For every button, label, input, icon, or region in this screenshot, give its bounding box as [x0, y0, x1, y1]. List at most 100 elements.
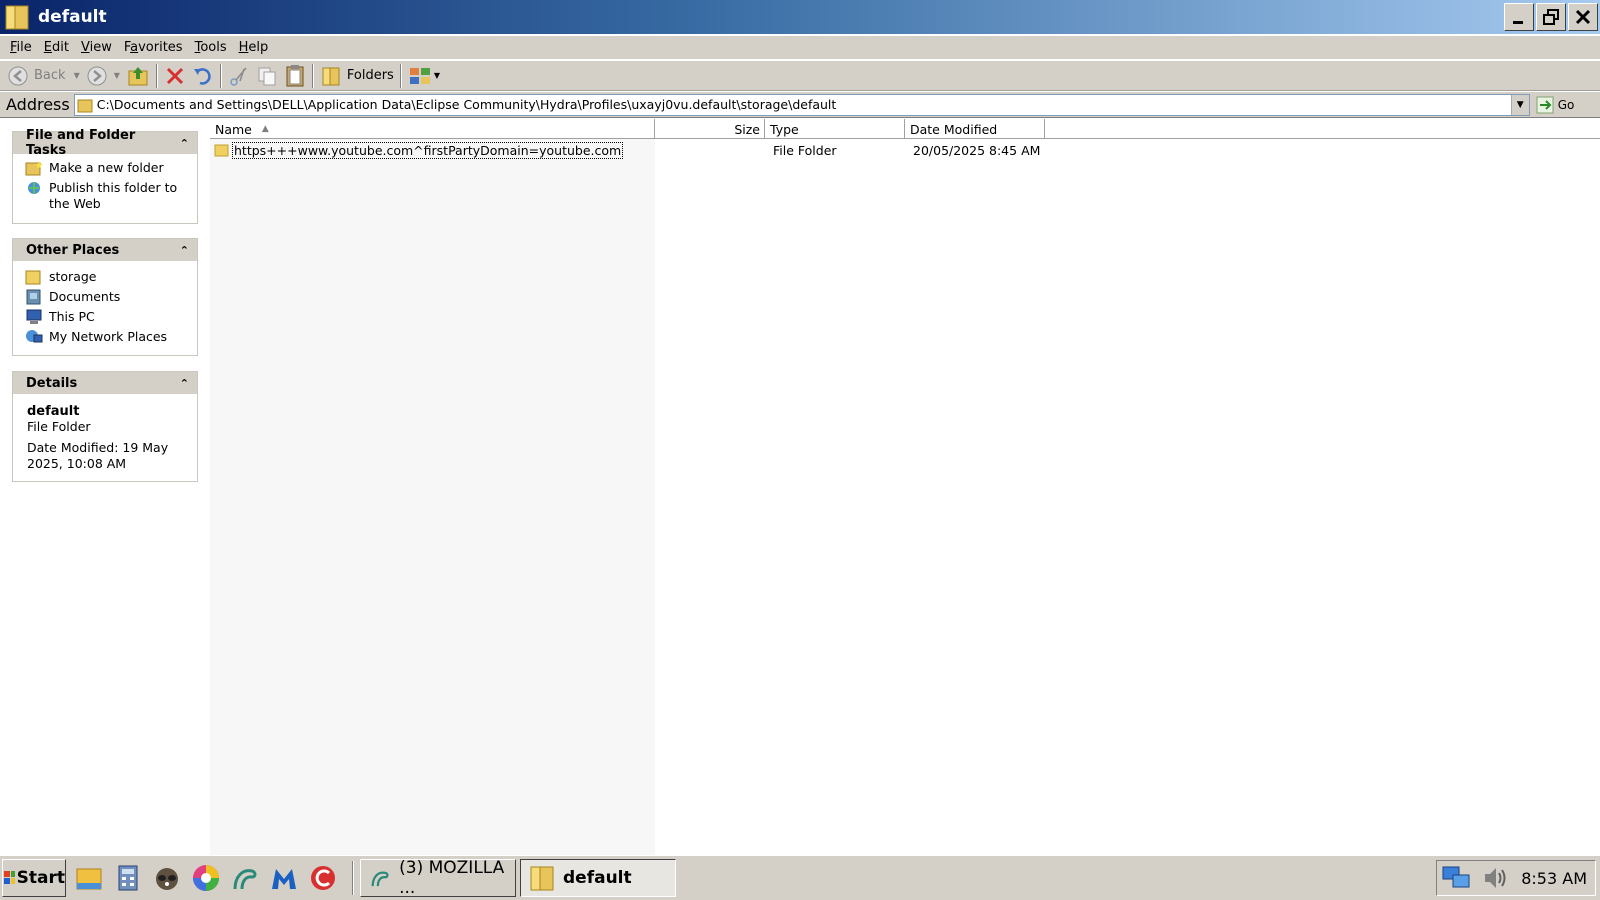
undo-icon	[193, 67, 211, 85]
taskbar-task-mozilla[interactable]: (3) MOZILLA ...	[360, 858, 516, 898]
file-folder-tasks-panel: File and Folder Tasks ⌃ Make a new folde…	[12, 128, 198, 224]
go-button[interactable]: Go	[1536, 96, 1574, 114]
restore-button[interactable]	[1536, 3, 1566, 31]
back-dropdown-icon[interactable]: ▼	[74, 71, 80, 80]
go-arrow-icon	[1536, 96, 1554, 113]
toolbar-separator	[155, 63, 158, 88]
folder-icon	[5, 5, 29, 30]
title-bar[interactable]: default	[0, 0, 1600, 34]
views-dropdown-icon: ▼	[433, 71, 440, 80]
toolbar: Back ▼ ▼ Folders ▼	[0, 61, 1600, 91]
clock[interactable]: 8:53 AM	[1521, 869, 1587, 888]
sorted-column-highlight	[210, 139, 655, 855]
menu-favorites[interactable]: Favorites	[118, 40, 189, 55]
place-network-link[interactable]: My Network Places	[25, 329, 189, 345]
panel-title: Details	[26, 375, 78, 391]
network-status-icon[interactable]	[1441, 863, 1471, 893]
forward-dropdown-icon[interactable]: ▼	[114, 71, 120, 80]
volume-icon[interactable]	[1481, 863, 1511, 893]
file-date-modified: 20/05/2025 8:45 AM	[913, 142, 1041, 158]
column-headers: Name ▲ Size Type Date Modified	[210, 119, 1600, 139]
file-explorer-icon[interactable]	[74, 863, 104, 893]
column-header-name[interactable]: Name ▲	[210, 119, 655, 139]
scissors-icon	[230, 67, 247, 86]
back-button[interactable]: Back ▼	[4, 63, 83, 89]
details-type: File Folder	[27, 419, 91, 434]
forward-button[interactable]: ▼	[83, 63, 123, 89]
taskbar-separator	[352, 861, 354, 895]
collapse-chevron-icon[interactable]: ⌃	[180, 244, 189, 257]
place-label: My Network Places	[49, 329, 168, 344]
panel-title: Other Places	[26, 242, 120, 258]
up-folder-button[interactable]	[123, 63, 153, 89]
panel-title: File and Folder Tasks	[26, 128, 136, 158]
hydra-browser-icon[interactable]	[230, 863, 260, 893]
other-places-header[interactable]: Other Places ⌃	[13, 239, 197, 261]
column-label: Size	[734, 121, 760, 137]
delete-x-icon	[166, 67, 183, 84]
place-storage-link[interactable]: storage	[25, 269, 189, 285]
menu-view[interactable]: View	[75, 40, 118, 55]
file-type: File Folder	[773, 142, 837, 158]
forward-arrow-icon	[87, 66, 107, 85]
address-bar: Address C:\Documents and Settings\DELL\A…	[0, 92, 1600, 118]
file-folder-tasks-header[interactable]: File and Folder Tasks ⌃	[13, 128, 197, 158]
details-modified-line1: Date Modified: 19 May	[27, 440, 169, 455]
file-list-view[interactable]: Name ▲ Size Type Date Modified https+++w…	[210, 119, 1600, 855]
minimize-button[interactable]	[1504, 3, 1534, 31]
copy-button[interactable]	[253, 63, 281, 89]
system-tray: 8:53 AM	[1436, 860, 1596, 896]
collapse-chevron-icon[interactable]: ⌃	[180, 137, 189, 150]
menu-edit[interactable]: Edit	[38, 40, 75, 55]
publish-folder-web-link[interactable]: Publish this folder to the Web	[25, 180, 189, 212]
undo-button[interactable]	[189, 63, 217, 89]
chevron-down-icon: ▼	[1516, 99, 1524, 110]
column-label: Type	[770, 121, 799, 137]
task-label: (3) MOZILLA ...	[399, 858, 505, 898]
folder-icon	[214, 144, 229, 157]
windows-logo-icon	[4, 871, 15, 884]
restore-icon	[1543, 9, 1559, 25]
paste-button[interactable]	[281, 63, 309, 89]
malwarebytes-icon[interactable]	[269, 863, 299, 893]
menu-help[interactable]: Help	[233, 40, 275, 55]
address-dropdown-button[interactable]: ▼	[1510, 94, 1529, 115]
column-header-size[interactable]: Size	[655, 119, 765, 139]
views-icon	[409, 67, 430, 84]
place-this-pc-link[interactable]: This PC	[25, 309, 189, 325]
place-label: Documents	[49, 289, 121, 304]
file-row[interactable]: https+++www.youtube.com^firstPartyDomain…	[210, 141, 1310, 159]
address-input[interactable]: C:\Documents and Settings\DELL\Applicati…	[73, 93, 1530, 116]
column-header-date-modified[interactable]: Date Modified	[905, 119, 1045, 139]
make-new-folder-link[interactable]: Make a new folder	[25, 160, 189, 176]
calculator-icon[interactable]	[113, 863, 143, 893]
folders-button[interactable]: Folders	[317, 63, 397, 89]
place-documents-link[interactable]: Documents	[25, 289, 189, 305]
file-name[interactable]: https+++www.youtube.com^firstPartyDomain…	[232, 141, 624, 159]
back-label: Back	[34, 68, 66, 83]
menu-file[interactable]: File	[4, 40, 38, 55]
raccoon-app-icon[interactable]	[152, 863, 182, 893]
color-wheel-icon[interactable]	[191, 863, 221, 893]
publish-web-icon	[28, 182, 40, 194]
ccleaner-icon[interactable]	[308, 863, 338, 893]
new-folder-icon	[25, 161, 43, 176]
delete-button[interactable]	[161, 63, 189, 89]
folder-icon	[530, 866, 554, 891]
back-arrow-icon	[8, 66, 28, 85]
details-header[interactable]: Details ⌃	[13, 372, 197, 394]
address-label: Address	[6, 95, 70, 114]
menu-tools[interactable]: Tools	[189, 40, 233, 55]
column-header-type[interactable]: Type	[765, 119, 905, 139]
taskbar-task-default[interactable]: default	[520, 859, 676, 897]
task-pane: File and Folder Tasks ⌃ Make a new folde…	[0, 119, 210, 855]
cut-button[interactable]	[225, 63, 253, 89]
close-button[interactable]	[1568, 3, 1598, 31]
task-label: default	[563, 868, 632, 888]
folders-icon	[322, 67, 340, 85]
views-button[interactable]: ▼	[405, 63, 443, 89]
details-modified-line2: 2025, 10:08 AM	[27, 456, 127, 471]
start-button[interactable]: Start	[2, 859, 66, 897]
clipboard-icon	[286, 64, 304, 86]
collapse-chevron-icon[interactable]: ⌃	[180, 377, 189, 390]
